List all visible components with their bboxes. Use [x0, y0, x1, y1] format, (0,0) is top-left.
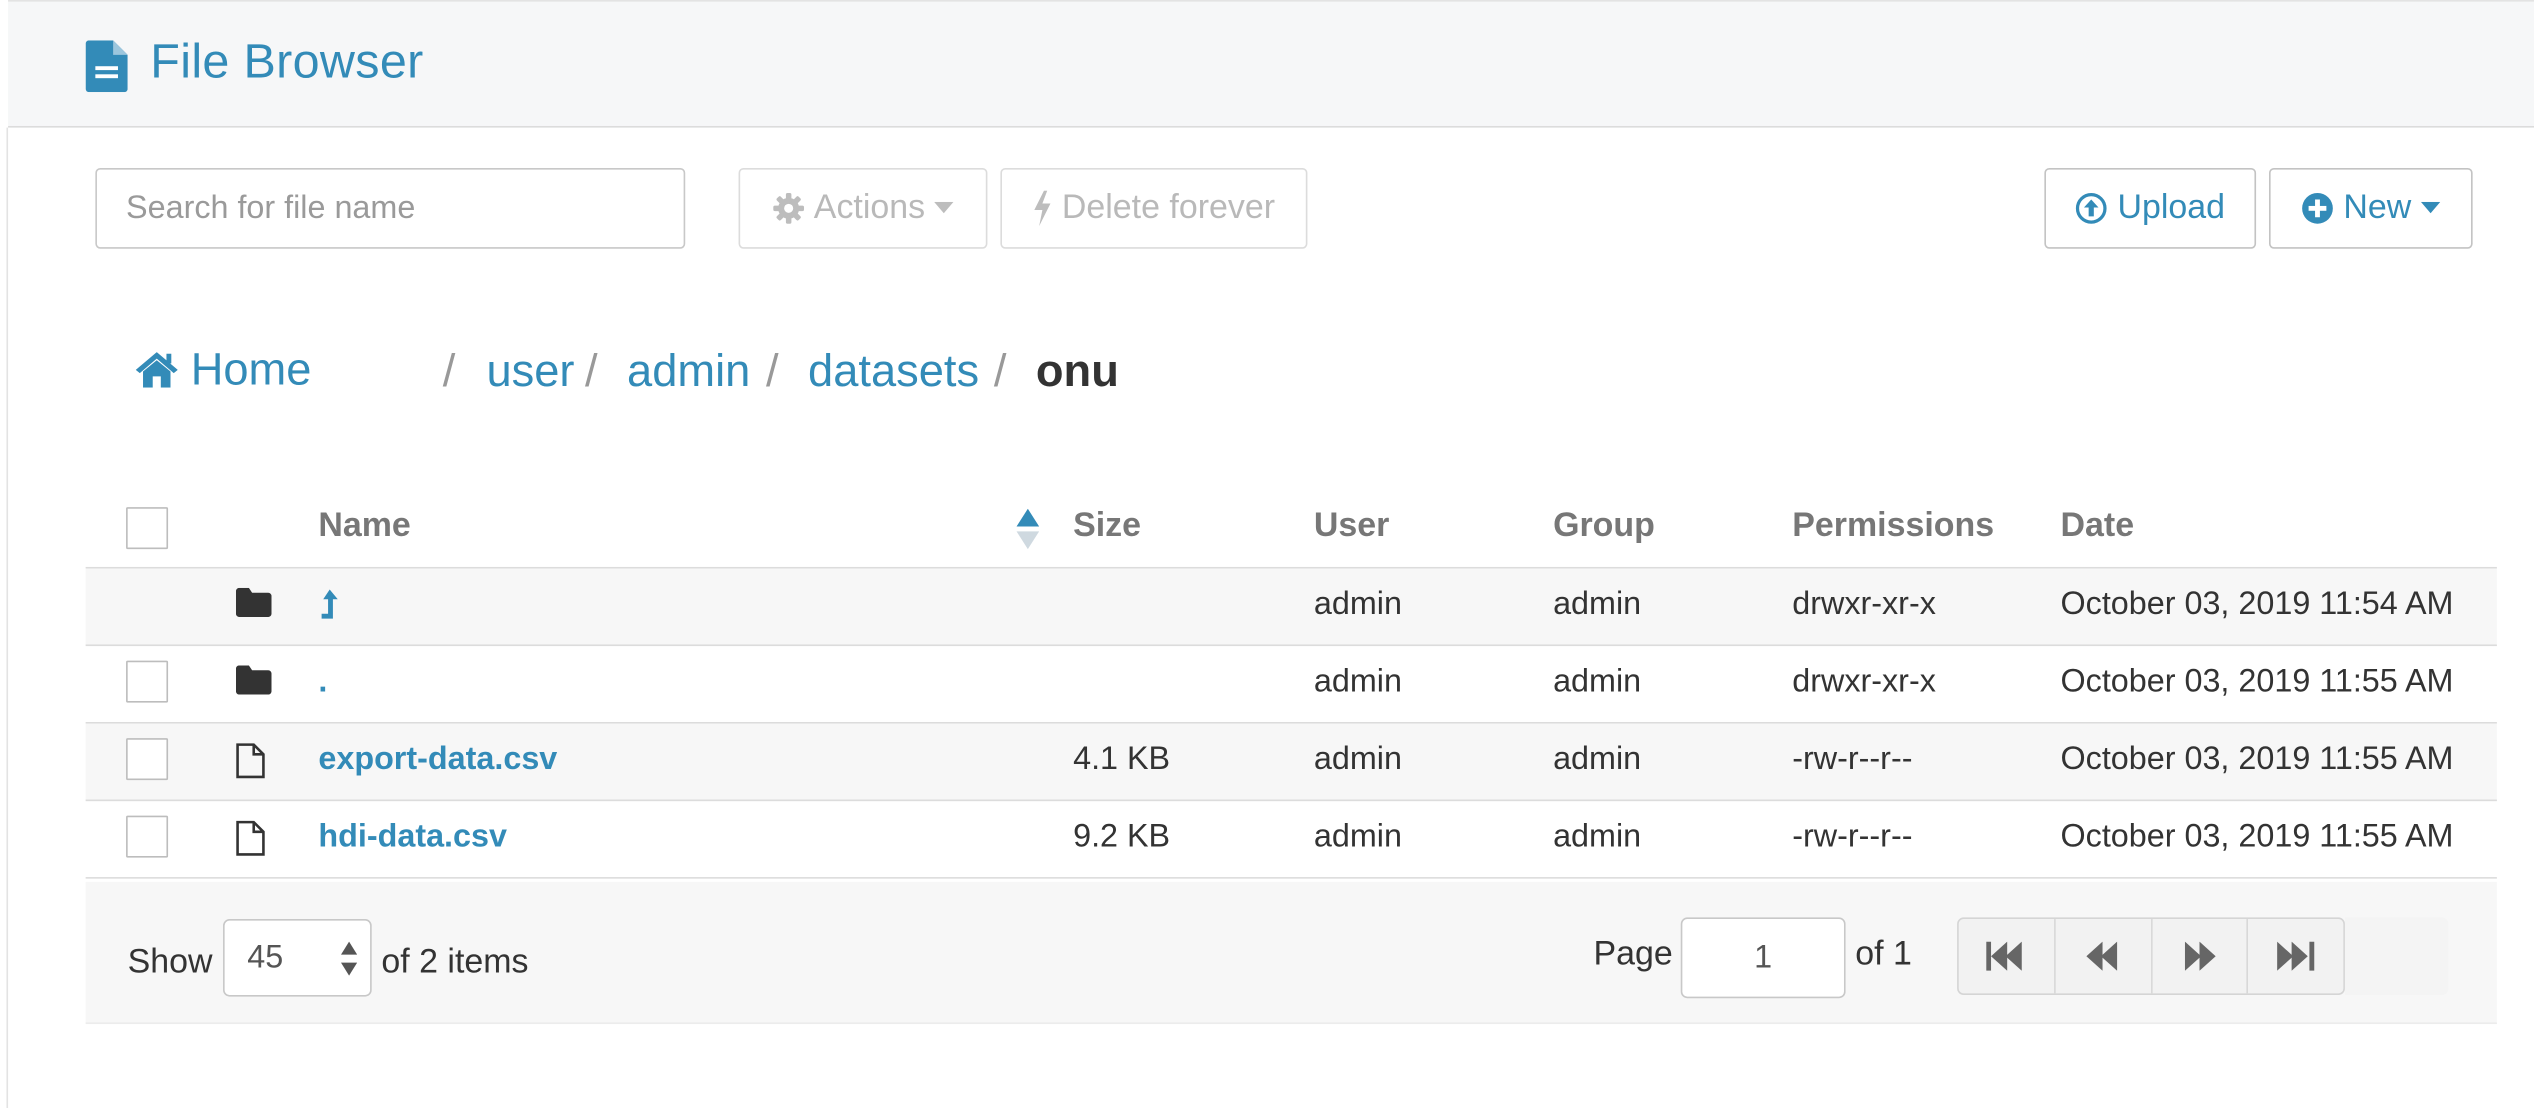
cell-permissions: drwxr-xr-x — [1792, 663, 1936, 700]
stepper-arrows-icon[interactable] — [340, 941, 358, 978]
first-page-button[interactable] — [1959, 919, 2056, 994]
delete-forever-label: Delete forever — [1061, 188, 1276, 227]
column-date[interactable]: Date — [2061, 507, 2135, 546]
breadcrumb-separator: / — [993, 345, 1007, 396]
table-row[interactable]: admin admin drwxr-xr-x October 03, 2019 … — [85, 568, 2497, 647]
breadcrumb-current: onu — [1035, 345, 1119, 396]
upload-circle-icon — [2076, 193, 2107, 224]
page-size-value: 45 — [247, 940, 284, 976]
folder-icon — [235, 587, 272, 618]
cell-user: admin — [1313, 741, 1402, 777]
caret-down-icon — [2420, 201, 2441, 214]
breadcrumb-item-datasets[interactable]: datasets — [808, 346, 979, 398]
cell-user: admin — [1313, 663, 1402, 700]
delete-forever-button[interactable]: Delete forever — [1000, 167, 1308, 249]
breadcrumb-separator: / — [766, 345, 779, 396]
parent-directory-icon[interactable] — [318, 589, 338, 622]
actions-label: Actions — [813, 188, 926, 227]
page-label: Page — [1593, 935, 1673, 973]
cell-size: 9.2 KB — [1073, 818, 1171, 855]
cell-permissions: -rw-r--r-- — [1792, 741, 1913, 777]
cell-size: 4.1 KB — [1073, 741, 1171, 777]
search-input[interactable] — [95, 167, 686, 249]
column-group[interactable]: Group — [1553, 507, 1655, 546]
file-document-icon — [85, 40, 128, 93]
page-header: File Browser — [8, 0, 2534, 128]
cell-date: October 03, 2019 11:55 AM — [2060, 741, 2454, 777]
next-page-button[interactable] — [2152, 919, 2249, 994]
actions-button[interactable]: Actions — [738, 167, 988, 249]
last-page-button[interactable] — [2248, 919, 2343, 993]
cell-user: admin — [1313, 586, 1402, 622]
upload-button[interactable]: Upload — [2044, 167, 2257, 249]
plus-circle-icon — [2302, 193, 2333, 224]
rewind-icon — [2086, 941, 2118, 971]
pager-controls — [1957, 917, 2345, 995]
file-name-link[interactable]: . — [318, 664, 327, 701]
cell-group: admin — [1553, 818, 1642, 855]
table-row[interactable]: hdi-data.csv 9.2 KB admin admin -rw-r--r… — [85, 801, 2497, 879]
column-size[interactable]: Size — [1073, 507, 1141, 546]
cell-date: October 03, 2019 11:54 AM — [2060, 586, 2454, 622]
left-divider — [6, 127, 9, 1108]
show-label: Show — [127, 943, 213, 981]
row-checkbox[interactable] — [126, 660, 169, 703]
row-checkbox[interactable] — [126, 815, 169, 858]
cell-group: admin — [1553, 663, 1642, 700]
column-name[interactable]: Name — [318, 507, 410, 546]
file-icon — [236, 743, 265, 779]
breadcrumb-home[interactable]: Home — [135, 344, 312, 396]
cell-permissions: -rw-r--r-- — [1792, 818, 1913, 855]
column-permissions[interactable]: Permissions — [1792, 507, 1994, 546]
sort-ascending-icon[interactable] — [1016, 508, 1040, 551]
gear-icon — [772, 193, 804, 224]
first-page-icon — [1986, 941, 2023, 971]
new-button[interactable]: New — [2269, 167, 2473, 249]
breadcrumb-item-admin[interactable]: admin — [627, 346, 750, 398]
cell-group: admin — [1553, 741, 1642, 777]
row-checkbox[interactable] — [126, 738, 169, 781]
breadcrumb-item-user[interactable]: user — [486, 346, 574, 398]
caret-down-icon — [934, 201, 955, 214]
new-label: New — [2343, 188, 2412, 227]
column-user[interactable]: User — [1314, 507, 1389, 546]
pager-spacer — [2344, 917, 2449, 995]
folder-icon — [235, 665, 272, 695]
file-name-link[interactable]: export-data.csv — [318, 741, 557, 778]
cell-user: admin — [1313, 818, 1402, 855]
table-header: Name Size User Group Permissions Date — [85, 488, 2497, 569]
fast-forward-icon — [2184, 941, 2216, 971]
file-icon — [236, 820, 265, 856]
home-icon — [135, 352, 178, 388]
page-count-label: of 1 — [1855, 935, 1912, 973]
table-row[interactable]: export-data.csv 4.1 KB admin admin -rw-r… — [85, 723, 2497, 802]
page-size-stepper[interactable]: 45 — [223, 919, 372, 997]
previous-page-button[interactable] — [2055, 919, 2152, 994]
pagination-bar: Show 45 of 2 items Page 1 of 1 — [85, 881, 2497, 1025]
table-row[interactable]: . admin admin drwxr-xr-x October 03, 201… — [85, 646, 2497, 724]
file-name-link[interactable]: hdi-data.csv — [318, 819, 507, 856]
bolt-icon — [1034, 190, 1051, 227]
cell-date: October 03, 2019 11:55 AM — [2060, 818, 2454, 855]
upload-label: Upload — [2117, 188, 2226, 227]
breadcrumb-home-label: Home — [190, 344, 312, 395]
breadcrumb-separator: / — [585, 345, 598, 396]
last-page-icon — [2276, 941, 2314, 971]
cell-permissions: drwxr-xr-x — [1792, 586, 1936, 622]
cell-date: October 03, 2019 11:55 AM — [2060, 663, 2454, 700]
select-all-checkbox[interactable] — [126, 507, 169, 550]
page-title: File Browser — [150, 35, 424, 89]
page-number-input[interactable]: 1 — [1680, 917, 1846, 999]
items-count-label: of 2 items — [381, 943, 529, 981]
breadcrumb-separator: / — [442, 345, 456, 396]
cell-group: admin — [1553, 586, 1642, 622]
